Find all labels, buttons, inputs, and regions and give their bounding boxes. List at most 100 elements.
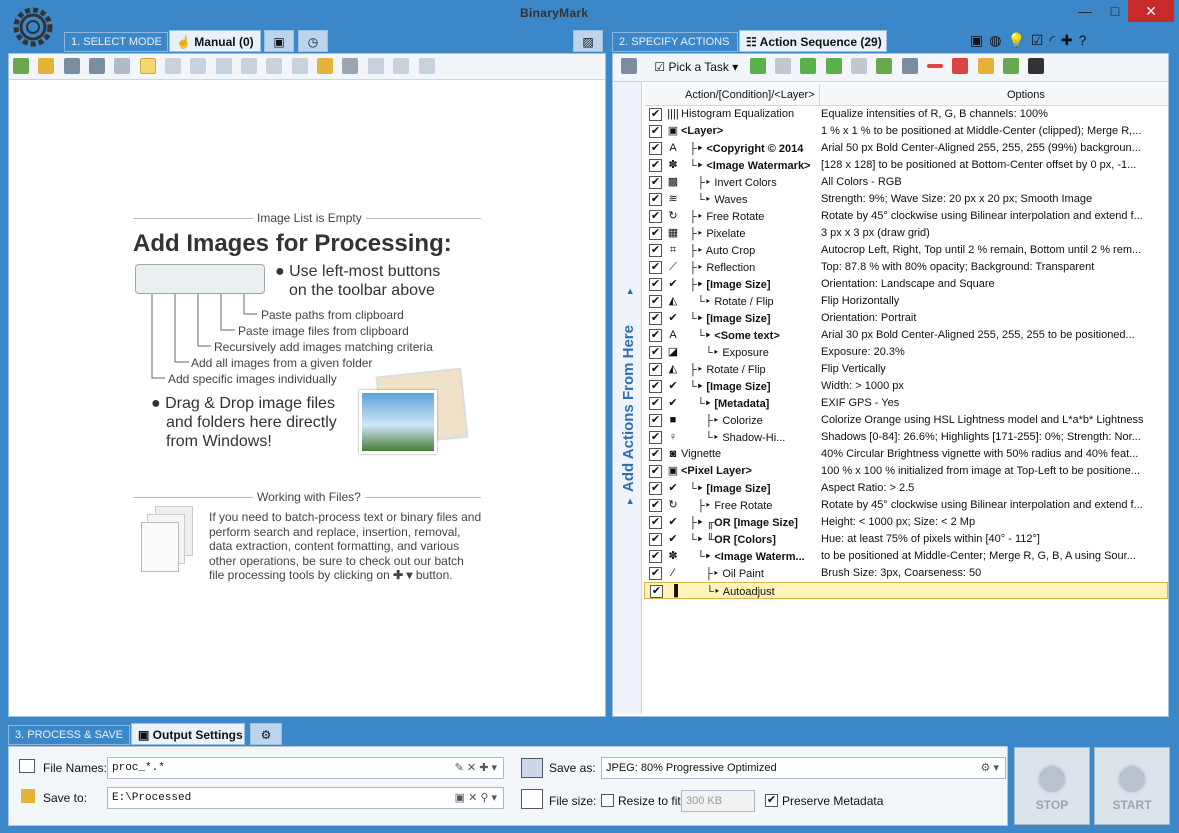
row-checkbox[interactable]: ✔ [649,295,662,308]
tab-output-settings[interactable]: ▣ Output Settings [131,723,245,745]
clear-actions-icon[interactable] [952,58,969,74]
row-checkbox[interactable]: ✔ [649,261,662,274]
col-action-header[interactable]: Action/[Condition]/<Layer> [685,89,815,101]
start-button[interactable]: START [1094,747,1170,825]
action-row[interactable]: ✔ ⌗ ├‣ Auto Crop Autocrop Left, Right, Top … [644,242,1168,259]
file-names-field[interactable]: proc_*.* ✎ ✕ ✚ ▾ [107,757,504,779]
copy-list-icon[interactable] [393,58,410,74]
row-checkbox[interactable]: ✔ [649,193,662,206]
action-row[interactable]: ✔ A └‣ <Some text> Arial 30 px Bold Center-… [644,327,1168,344]
maximize-button[interactable]: □ [1100,0,1130,22]
action-row[interactable]: ✔ ⟋ ├‣ Reflection Top: 87.8 % with 80% opac… [644,259,1168,276]
open-list-icon[interactable] [317,58,334,74]
close-button[interactable]: ✕ [1128,0,1174,22]
row-checkbox[interactable]: ✔ [649,312,662,325]
action-row[interactable]: ✔ ◪ └‣ Exposure Exposure: 20.3% [644,344,1168,361]
tab-manual[interactable]: ☝ Manual (0) [169,30,261,52]
action-row[interactable]: ✔ ↻ ├‣ Free Rotate Rotate by 45° clockwise … [644,208,1168,225]
export-list-icon[interactable] [418,58,435,74]
action-row[interactable]: ✔ A ├‣ <Copyright © 2014 Arial 50 px Bold C… [644,140,1168,157]
row-checkbox[interactable]: ✔ [649,159,662,172]
add-layer-icon[interactable] [901,58,918,74]
tab-output-options[interactable]: ⚙ [250,723,282,745]
row-checkbox[interactable]: ✔ [649,125,662,138]
move-right-icon[interactable] [825,58,842,74]
row-checkbox[interactable]: ✔ [649,431,662,444]
image-options-icon[interactable] [165,58,182,74]
move-up-icon[interactable] [749,58,766,74]
paste-files-icon[interactable] [89,58,106,74]
action-row[interactable]: ✔ ◭ ├‣ Rotate / Flip Flip Vertically [644,361,1168,378]
help-icon[interactable]: ? [1079,32,1093,48]
signal-icon[interactable]: ◜ [1049,32,1060,48]
tab-scheduler[interactable]: ◷ [298,30,328,52]
row-checkbox[interactable]: ✔ [649,448,662,461]
row-checkbox[interactable]: ✔ [649,465,662,478]
filter-icon[interactable] [215,58,232,74]
row-checkbox[interactable]: ✔ [649,227,662,240]
plus-menu-icon[interactable]: ✚ [1061,32,1079,48]
action-row[interactable]: ✔ ✔ └‣ [Image Size] Aspect Ratio: > 2.5 [644,480,1168,497]
action-row[interactable]: ✔ ▐ └‣ Autoadjust [644,582,1168,599]
row-checkbox[interactable]: ✔ [649,210,662,223]
row-checkbox[interactable]: ✔ [649,482,662,495]
action-row[interactable]: ✔ ✽ └‣ <Image Watermark> [128 x 128] to be … [644,157,1168,174]
stop-button[interactable]: STOP [1014,747,1090,825]
action-row[interactable]: ✔ ✔ └‣ [Metadata] EXIF GPS - Yes [644,395,1168,412]
action-row[interactable]: ✔ ∕ ├‣ Oil Paint Brush Size: 3px, Coarsenes… [644,565,1168,582]
action-row[interactable]: ✔ ✽ └‣ <Image Waterm... to be positioned at… [644,548,1168,565]
row-checkbox[interactable]: ✔ [649,176,662,189]
checklist-icon[interactable]: ☑ [1031,32,1050,48]
row-checkbox[interactable]: ✔ [649,533,662,546]
row-checkbox[interactable]: ✔ [649,414,662,427]
add-folder-icon[interactable] [38,58,55,74]
globe-icon[interactable]: ◍ [989,32,1007,48]
save-to-field[interactable]: E:\Processed ▣ ✕ ⚲ ▾ [107,787,504,809]
search-add-icon[interactable] [63,58,80,74]
row-checkbox[interactable]: ✔ [649,567,662,580]
remove-action-icon[interactable] [927,64,944,68]
lightbulb-icon[interactable]: 💡 [1007,32,1030,48]
image-list-panel[interactable]: Image List is Empty Add Images for Proce… [8,53,606,717]
row-checkbox[interactable]: ✔ [649,346,662,359]
action-row[interactable]: ✔ ■ ├‣ Colorize Colorize Orange using HSL L… [644,412,1168,429]
sort-icon[interactable] [241,58,258,74]
action-row[interactable]: ✔ ▣ <Layer> 1 % x 1 % to be positioned at M… [644,123,1168,140]
recent-list-icon[interactable] [342,58,359,74]
action-row[interactable]: ✔ ✔ ├‣ ╓OR [Image Size] Height: < 1000 px; … [644,514,1168,531]
row-checkbox[interactable]: ✔ [649,142,662,155]
add-condition-icon[interactable] [876,58,893,74]
move-left-icon[interactable] [800,58,817,74]
action-row[interactable]: ✔ ✔ ├‣ [Image Size] Orientation: Landscape … [644,276,1168,293]
row-checkbox[interactable]: ✔ [649,380,662,393]
paste-paths-icon[interactable] [114,58,131,74]
add-actions-strip[interactable]: Add Actions From Here ▸ ▸ [614,82,642,714]
row-checkbox[interactable]: ✔ [649,363,662,376]
row-checkbox[interactable]: ✔ [649,550,662,563]
action-row[interactable]: ✔ ↻ ├‣ Free Rotate Rotate by 45° clockwise … [644,497,1168,514]
action-row[interactable]: ✔ ✔ └‣ [Image Size] Orientation: Portrait [644,310,1168,327]
move-right-disabled-icon[interactable] [850,58,867,74]
minimize-button[interactable]: — [1070,0,1100,22]
row-checkbox[interactable]: ✔ [649,397,662,410]
row-checkbox[interactable]: ✔ [649,278,662,291]
view-grid-icon[interactable] [139,58,156,74]
save-as-select[interactable]: JPEG: 80% Progressive Optimized ⚙ ▾ [601,757,1006,779]
col-options-header[interactable]: Options [1007,89,1045,101]
move-down-icon[interactable] [774,58,791,74]
row-checkbox[interactable]: ✔ [649,244,662,257]
action-row[interactable]: ✔ ▣ <Pixel Layer> 100 % x 100 % initialized… [644,463,1168,480]
action-row[interactable]: ✔ ♀ └‣ Shadow-Hi... Shadows [0-84]: 26.6%; … [644,429,1168,446]
settings-gear-icon[interactable] [10,4,56,50]
row-checkbox[interactable]: ✔ [649,516,662,529]
row-checkbox[interactable]: ✔ [650,585,663,598]
image-preview-button[interactable]: ▨ [573,30,603,52]
add-action-icon[interactable] [621,58,637,74]
clear-icon[interactable] [291,58,308,74]
open-sequence-icon[interactable] [977,58,994,74]
action-row[interactable]: ✔ |||| Histogram Equalization Equalize inte… [644,106,1168,123]
pick-task-button[interactable]: ☑ Pick a Task ▾ [654,60,738,74]
action-row[interactable]: ✔ ✔ └‣ [Image Size] Width: > 1000 px [644,378,1168,395]
preserve-metadata-checkbox[interactable]: ✔ [765,794,778,807]
action-row[interactable]: ✔ ▦ ├‣ Pixelate 3 px x 3 px (draw grid) [644,225,1168,242]
